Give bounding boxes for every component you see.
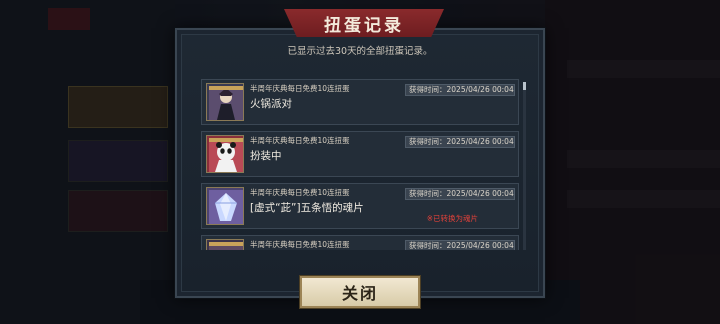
record-row[interactable]: 半周年庆典每日免费10连扭蛋 火锅派对 获得时间：2025/04/26 00:0… — [201, 79, 519, 125]
record-source: 半周年庆典每日免费10连扭蛋 — [250, 84, 350, 93]
gacha-record-list[interactable]: 半周年庆典每日免费10连扭蛋 火锅派对 获得时间：2025/04/26 00:0… — [201, 79, 519, 250]
close-button-label: 关闭 — [341, 284, 378, 303]
dialog-title-banner: 扭蛋记录 — [284, 9, 444, 37]
character-card-thumb-icon — [206, 83, 244, 121]
record-item-name: 扮装中 — [250, 150, 282, 162]
record-time: 获得时间：2025/04/26 00:04 — [405, 136, 515, 148]
record-item-name: 火锅派对 — [250, 98, 292, 110]
list-scrollbar[interactable] — [523, 82, 526, 250]
record-row[interactable]: 半周年庆典每日免费10连扭蛋 [虚式“茈”]五条悟的魂片 获得时间：2025/0… — [201, 183, 519, 229]
record-source: 半周年庆典每日免费10连扭蛋 — [250, 188, 350, 197]
record-time: 获得时间：2025/04/26 00:04 — [405, 188, 515, 200]
dialog-subtitle: 已显示过去30天的全部扭蛋记录。 — [287, 46, 433, 57]
panda-character-card-thumb-icon — [206, 135, 244, 173]
record-row[interactable]: 半周年庆典每日免费10连扭蛋 扮装中 获得时间：2025/04/26 00:04 — [201, 131, 519, 177]
list-scrollbar-thumb[interactable] — [523, 82, 526, 90]
record-time: 获得时间：2025/04/26 00:04 — [405, 240, 515, 250]
record-row[interactable]: 半周年庆典每日免费10连扭蛋 获得时间：2025/04/26 00:04 — [201, 235, 519, 250]
converted-note: ※已转换为魂片 — [426, 214, 478, 223]
record-source: 半周年庆典每日免费10连扭蛋 — [250, 240, 350, 249]
record-time: 获得时间：2025/04/26 00:04 — [405, 84, 515, 96]
soul-shard-crystal-thumb-icon — [206, 187, 244, 225]
record-source: 半周年庆典每日免费10连扭蛋 — [250, 136, 350, 145]
dialog-title: 扭蛋记录 — [324, 15, 404, 36]
close-button[interactable]: 关闭 — [300, 276, 420, 308]
record-item-name: [虚式“茈”]五条悟的魂片 — [250, 202, 364, 214]
character-card-thumb-icon — [206, 239, 244, 250]
